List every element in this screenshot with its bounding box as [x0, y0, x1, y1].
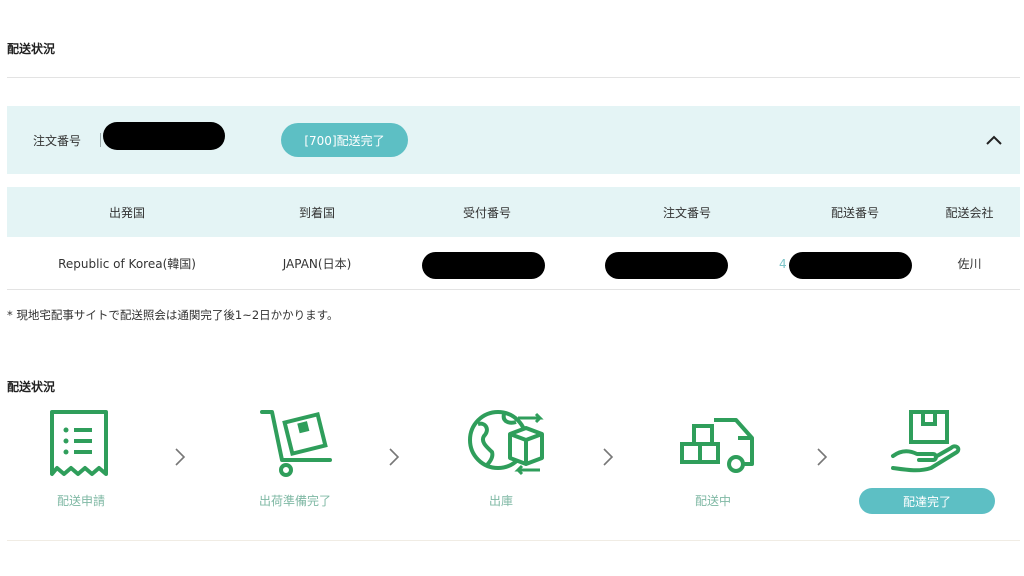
page-title: 配送状況	[7, 42, 56, 56]
status-section-title: 配送状況	[7, 380, 56, 394]
step-label-active: 配達完了	[859, 488, 995, 514]
globe-box-icon	[468, 410, 544, 476]
chevron-right-icon	[175, 448, 186, 466]
shipment-table-header: 出発国 到着国 受付番号 注文番号 配送番号 配送会社	[7, 187, 1020, 237]
redacted-tracking-number	[789, 252, 912, 279]
order-number-label: 注文番号	[33, 134, 82, 148]
chevron-right-icon	[817, 448, 828, 466]
step-in-delivery: 配送中	[648, 408, 778, 518]
step-label: 配送申請	[56, 494, 105, 508]
step-label: 出荷準備完了	[258, 494, 331, 508]
step-label: 出庫	[488, 494, 513, 508]
bottom-divider	[7, 540, 1020, 541]
carrier-link[interactable]: 佐川	[912, 238, 1024, 289]
redacted-order-number-cell	[605, 252, 728, 279]
table-row: Republic of Korea(韓国) JAPAN(日本) 4 佐川	[7, 238, 1020, 290]
step-ready-to-ship: 出荷準備完了	[230, 408, 360, 518]
step-delivered: 配達完了	[859, 408, 995, 518]
header-receipt-number: 受付番号	[462, 205, 511, 220]
chevron-up-icon	[986, 135, 1002, 145]
hand-box-icon	[891, 410, 961, 473]
step-dispatched: 出庫	[436, 408, 566, 518]
shipping-note: * 現地宅配事サイトで配送照会は通関完了後1~2日かかります。	[7, 308, 339, 322]
step-application: 配送申請	[16, 408, 146, 518]
order-separator	[100, 133, 101, 147]
redacted-receipt-number	[422, 252, 545, 279]
header-origin: 出発国	[108, 205, 145, 220]
truck-icon	[680, 418, 754, 473]
cell-origin: Republic of Korea(韓国)	[58, 257, 196, 271]
chevron-right-icon	[603, 448, 614, 466]
redacted-order-number	[103, 122, 225, 150]
title-divider	[7, 77, 1020, 78]
header-destination: 到着国	[298, 205, 335, 220]
cell-destination: JAPAN(日本)	[282, 257, 352, 271]
status-badge: [700]配送完了	[281, 123, 408, 157]
receipt-icon	[50, 410, 108, 476]
step-label: 配送中	[694, 494, 731, 508]
order-header: 注文番号 [700]配送完了	[7, 106, 1020, 174]
cart-box-icon	[260, 410, 332, 477]
header-carrier: 配送会社	[945, 205, 994, 220]
chevron-right-icon	[389, 448, 400, 466]
tracking-number-link[interactable]: 4	[779, 238, 787, 289]
collapse-button[interactable]	[982, 128, 1006, 152]
